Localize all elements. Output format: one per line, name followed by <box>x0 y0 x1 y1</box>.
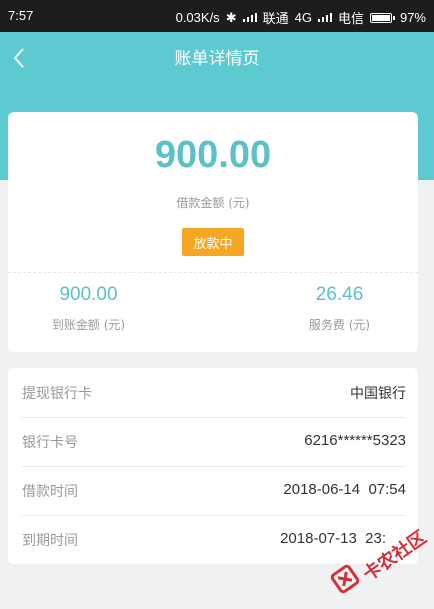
detail-label: 银行卡号 <box>22 435 78 451</box>
loan-summary-card: 900.00 借款金额 (元) 放款中 900.00 到账金额 (元) 26.4… <box>8 112 418 352</box>
detail-value: 6216******5323 <box>304 432 406 449</box>
divider <box>8 272 418 273</box>
loan-amount-label: 借款金额 (元) <box>176 196 250 210</box>
service-fee: 26.46 <box>315 284 364 305</box>
received-amount-label: 到账金额 (元) <box>51 318 126 332</box>
received-amount-stat: 900.00 到账金额 (元) <box>0 284 191 333</box>
status-indicators: 0.03K/s ✱ 联通 4G 电信 97% <box>176 8 426 27</box>
battery-level: 97% <box>399 10 426 25</box>
loan-amount: 900.00 <box>154 134 272 176</box>
network-type: 4G <box>294 10 312 25</box>
battery-icon <box>369 12 395 23</box>
watermark-text: 卡农社区 <box>359 526 431 586</box>
detail-row-bank: 提现银行卡 中国银行 <box>22 368 406 418</box>
carrier-1: 联通 <box>262 11 289 26</box>
detail-value: 2018-06-14 07:54 <box>283 481 406 498</box>
detail-row-loan-time: 借款时间 2018-06-14 07:54 <box>22 466 406 516</box>
network-speed: 0.03K/s <box>175 10 220 25</box>
detail-row-card-number: 银行卡号 6216******5323 <box>22 417 406 467</box>
detail-value: 中国银行 <box>350 386 406 402</box>
status-badge: 放款中 <box>182 228 244 256</box>
watermark: 卡农社区 <box>328 518 434 608</box>
bluetooth-icon: ✱ <box>225 9 237 25</box>
carrier-2: 电信 <box>337 11 364 26</box>
signal-icon <box>242 13 257 22</box>
service-fee-stat: 26.46 服务费 (元) <box>237 284 434 333</box>
detail-label: 提现银行卡 <box>22 386 92 402</box>
status-bar: 7:57 0.03K/s ✱ 联通 4G 电信 97% <box>0 0 434 32</box>
status-time: 7:57 <box>8 8 34 23</box>
page-title: 账单详情页 <box>174 49 260 69</box>
signal-icon-2 <box>317 13 332 22</box>
detail-label: 借款时间 <box>22 484 78 500</box>
service-fee-label: 服务费 (元) <box>308 318 371 332</box>
received-amount: 900.00 <box>59 284 118 305</box>
detail-label: 到期时间 <box>22 533 78 549</box>
